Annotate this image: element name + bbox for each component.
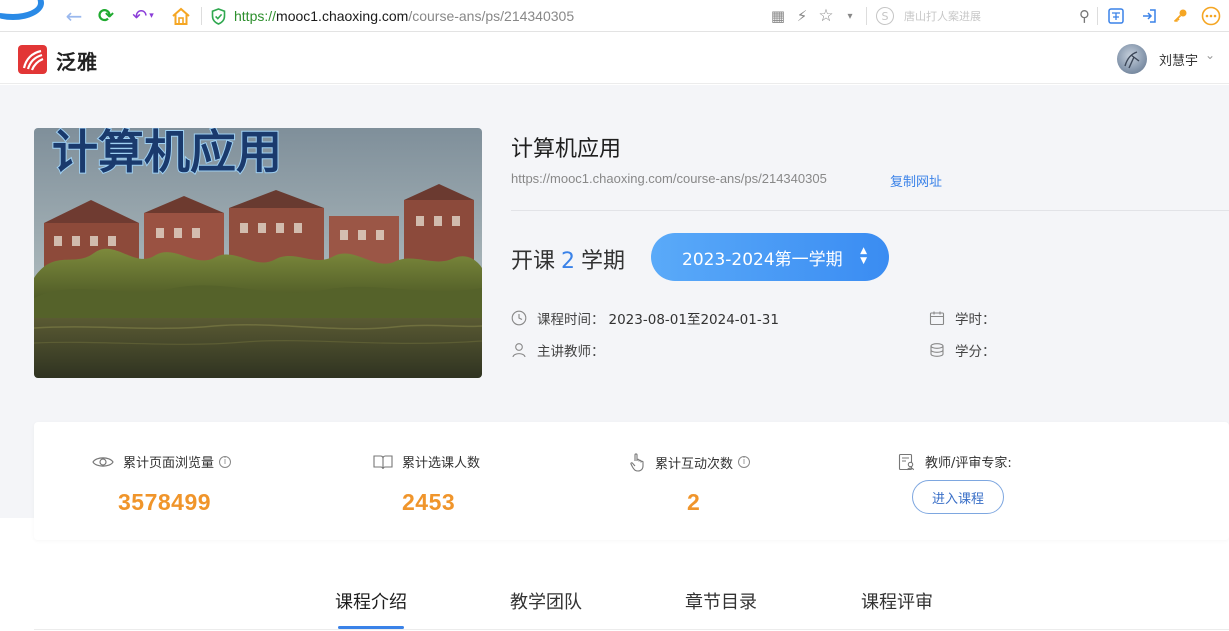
- terms-count: 2: [561, 249, 576, 274]
- book-icon: [373, 454, 393, 470]
- url-scheme: https://: [234, 8, 277, 24]
- search-engine-icon: S: [876, 7, 894, 25]
- back-arrow-icon[interactable]: ←: [62, 0, 86, 32]
- views-stat-label: 累计页面浏览量 i: [92, 452, 232, 471]
- course-time-label: 课程时间：: [537, 312, 605, 328]
- brand-name[interactable]: 泛雅: [56, 46, 98, 75]
- url-path: /course-ans/ps/214340305: [408, 8, 575, 24]
- calendar-icon: [929, 310, 945, 326]
- more-menu-icon[interactable]: [1199, 0, 1223, 32]
- brand-logo-icon[interactable]: [18, 45, 47, 74]
- user-name[interactable]: 刘慧宇: [1159, 50, 1198, 69]
- interact-stat-label: 累计互动次数 i: [628, 452, 751, 472]
- user-menu-chevron-down-icon[interactable]: ⌄: [1205, 48, 1215, 62]
- cover-title-text: 计算机应用: [52, 128, 282, 179]
- views-value: 3578499: [118, 489, 212, 515]
- home-icon[interactable]: [168, 0, 194, 32]
- terms-prefix: 开课: [511, 249, 556, 274]
- enroll-stat-label: 累计选课人数: [373, 452, 480, 471]
- clock-icon: [511, 310, 527, 326]
- course-title: 计算机应用: [511, 137, 622, 162]
- info-icon[interactable]: i: [219, 455, 232, 468]
- tabs-divider: [34, 629, 1229, 630]
- views-label-text: 累计页面浏览量: [123, 456, 215, 471]
- expert-stat-label: 教师/评审专家:: [898, 452, 1012, 471]
- chevron-down-icon[interactable]: ▾: [842, 0, 858, 32]
- course-cover-image: 计算机应用: [34, 128, 482, 378]
- app-header: 泛雅 刘慧宇 ⌄: [0, 32, 1229, 84]
- hours-label: 学时：: [955, 312, 996, 328]
- reviewer-icon: [898, 453, 916, 471]
- term-select-dropdown[interactable]: 2023-2024第一学期 ▲ ▼: [651, 233, 889, 281]
- undo-icon[interactable]: ↶ ▾: [126, 0, 160, 32]
- enter-course-button[interactable]: 进入课程: [912, 480, 1004, 514]
- tab-chapter-list[interactable]: 章节目录: [685, 588, 757, 614]
- interact-value: 2: [687, 489, 701, 515]
- user-icon: [511, 342, 527, 358]
- credit-label: 学分：: [955, 344, 996, 360]
- login-icon[interactable]: [1139, 0, 1159, 32]
- refresh-icon[interactable]: ⟳: [94, 0, 118, 32]
- toolbar-separator: [1097, 7, 1098, 25]
- interact-label-text: 累计互动次数: [655, 456, 734, 472]
- teacher-label: 主讲教师：: [537, 344, 605, 360]
- tab-teaching-team[interactable]: 教学团队: [510, 588, 582, 614]
- search-icon[interactable]: ⚲: [1079, 7, 1090, 25]
- course-url: https://mooc1.chaoxing.com/course-ans/ps…: [511, 171, 827, 186]
- browser-search-box[interactable]: S 唐山打人案进展 ⚲: [876, 5, 1090, 27]
- expert-label-text: 教师/评审专家:: [925, 456, 1012, 471]
- hero-divider: [511, 210, 1229, 211]
- enroll-label-text: 累计选课人数: [402, 456, 481, 471]
- toolbar-separator: [201, 7, 202, 25]
- search-placeholder: 唐山打人案进展: [904, 10, 981, 23]
- term-selected-value: 2023-2024第一学期: [682, 249, 843, 270]
- course-time-value: 2023-08-01至2024-01-31: [608, 312, 779, 328]
- url-host: mooc1.chaoxing.com: [276, 8, 409, 24]
- course-stats-card: 累计页面浏览量 i 3578499 累计选课人数 2453 累计互动次数 i 2…: [34, 422, 1229, 540]
- key-icon[interactable]: [1170, 0, 1190, 32]
- sort-arrows-icon: ▲ ▼: [860, 246, 867, 266]
- terms-count-text: 开课 2 学期: [511, 243, 625, 275]
- tab-course-review[interactable]: 课程评审: [861, 588, 933, 614]
- info-icon[interactable]: i: [738, 456, 751, 468]
- hours-row: 学时：: [929, 308, 996, 328]
- copy-url-link[interactable]: 复制网址: [890, 171, 942, 190]
- bookmark-star-icon[interactable]: ☆: [816, 0, 836, 32]
- user-avatar[interactable]: [1117, 44, 1147, 74]
- pointer-hand-icon: [628, 452, 646, 472]
- credit-row: 学分：: [929, 340, 996, 360]
- toolbar-separator: [866, 7, 867, 25]
- teacher-row: 主讲教师：: [511, 340, 605, 360]
- course-tabs: 课程介绍 教学团队 章节目录 课程评审: [0, 580, 1229, 631]
- database-stack-icon: [929, 342, 945, 358]
- eye-icon: [92, 454, 114, 470]
- secure-shield-icon[interactable]: [209, 0, 227, 32]
- browser-toolbar: ← ⟳ ↶ ▾ https://mooc1.chaoxing.com/course…: [0, 0, 1229, 32]
- course-time-row: 课程时间： 2023-08-01至2024-01-31: [511, 308, 779, 328]
- browser-logo-icon: [0, 0, 44, 20]
- lightning-icon[interactable]: ⚡︎: [792, 0, 812, 32]
- tab-course-intro[interactable]: 课程介绍: [335, 588, 407, 614]
- enroll-value: 2453: [402, 489, 456, 515]
- translate-icon[interactable]: [1106, 0, 1126, 32]
- terms-suffix: 学期: [581, 249, 626, 274]
- qr-code-icon[interactable]: ▦: [768, 0, 788, 32]
- address-bar[interactable]: https://mooc1.chaoxing.com/course-ans/ps…: [234, 0, 574, 32]
